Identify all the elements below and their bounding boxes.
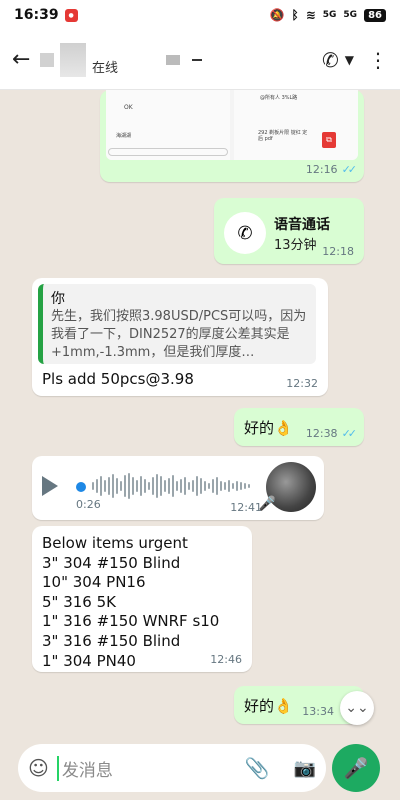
screenshot-input [108,148,228,156]
urgent-line: 1" 316 #150 WNRF s10 [42,612,220,631]
message-meta: 13:34 [302,705,334,718]
urgent-items-list: Below items urgent 3" 304 #150 Blind 10"… [42,534,219,671]
network-label-2: 5G [343,10,358,20]
voice-waveform[interactable] [92,472,262,500]
quoted-message[interactable]: 你 先生，我们按照3.98USD/PCS可以吗，因为我看了一下，DIN2527的… [38,284,316,364]
screenshot-ok-text: OK [124,104,133,111]
message-time: 12:18 [322,245,354,258]
message-input[interactable]: 发消息 [56,755,113,781]
message-composer[interactable]: ☺ 发消息 📎 📷 [18,744,326,792]
shared-screenshot[interactable]: OK 海湖湖 @所有人 3%L路 292 剃板片限 锭红 定后 pdf ⧉ [106,90,358,160]
voice-duration: 0:26 [76,498,101,511]
message-time: 12:38 [305,427,338,440]
message-text: Pls add 50pcs@3.98 [42,370,194,388]
phone-call-icon: ✆ [224,212,266,254]
screenshot-sender: 海湖湖 [116,133,132,139]
call-duration: 13分钟 [274,238,317,253]
message-meta: 12:18 [322,245,354,258]
status-icons: 🔕 ᛒ ≋ 5G 5G 86 [270,8,386,22]
message-meta: 12:38 ✓✓ [305,427,358,440]
screenshot-right-line: @所有人 3%L路 [260,95,298,101]
message-meta: 12:16 ✓✓ [305,163,358,176]
urgent-line: 5" 316 5K [42,592,116,611]
read-ticks-icon: ✓✓ [341,163,358,176]
redacted-dash [192,58,203,61]
message-time: 12:32 [286,377,318,390]
message-meta: 12:41 [230,501,262,514]
quote-author: 你 [51,291,65,307]
pdf-icon: ⧉ [322,132,336,148]
phone-icon[interactable]: ✆ [322,48,339,72]
nav-bar [0,792,400,800]
urgent-line: 3" 304 #150 Blind [42,553,181,572]
urgent-items-message[interactable]: Below items urgent 3" 304 #150 Blind 10"… [32,526,252,672]
quote-text: 先生，我们按照3.98USD/PCS可以吗，因为我看了一下，DIN2527的厚度… [51,309,307,360]
wifi-icon: ≋ [305,8,316,22]
message-time: 12:46 [210,653,242,666]
ok-message-1[interactable]: 好的👌 12:38 ✓✓ [234,408,364,446]
back-arrow-icon[interactable]: ← [12,47,38,72]
camera-icon[interactable]: 📷 [294,758,316,779]
play-icon[interactable] [42,476,58,496]
emoji-icon[interactable]: ☺ [28,756,49,780]
chat-area[interactable]: OK 海湖湖 @所有人 3%L路 292 剃板片限 锭红 定后 pdf ⧉ 12… [0,90,400,740]
battery-level: 86 [364,8,386,22]
message-text: 好的👌 [244,697,293,715]
quoted-reply-message[interactable]: 你 先生，我们按照3.98USD/PCS可以吗，因为我看了一下，DIN2527的… [32,278,328,396]
screenshot-right-panel: @所有人 3%L路 292 剃板片限 锭红 定后 pdf ⧉ [234,90,358,160]
status-time: 16:39 [14,7,59,23]
chevron-double-down-icon[interactable]: ⌄⌄ [340,691,374,725]
chat-header: ← 在线 ✆ ▼ ⋮ [0,30,400,90]
urgent-line: 1" 304 PN40 [42,651,136,670]
voice-call-message[interactable]: ✆ 语音通话 13分钟 12:18 [214,198,364,264]
message-time: 12:16 [305,163,338,176]
call-title: 语音通话 [274,217,330,233]
urgent-line: 10" 304 PN16 [42,573,146,592]
screenshot-attachment-title: 292 剃板片限 锭红 定后 pdf [258,130,308,142]
message-time: 13:34 [302,705,334,718]
read-ticks-icon: ✓✓ [341,427,358,440]
screenshot-message[interactable]: OK 海湖湖 @所有人 3%L路 292 剃板片限 锭红 定后 pdf ⧉ 12… [100,90,364,182]
urgent-line: 3" 316 #150 Blind [42,631,181,650]
screenshot-left-panel: OK 海湖湖 [106,90,230,160]
bluetooth-icon: ᛒ [291,8,299,22]
message-text: 好的👌 [244,419,293,437]
chevron-down-icon[interactable]: ▼ [345,53,354,67]
urgent-line: Below items urgent [42,534,188,552]
contact-name-redacted [40,52,54,67]
voice-progress-handle[interactable] [76,482,86,492]
avatar[interactable] [60,42,86,77]
attach-icon[interactable]: 📎 [245,756,270,780]
more-icon[interactable]: ⋮ [368,48,388,72]
contact-info[interactable]: 在线 [40,42,119,77]
message-time: 12:41 [230,501,262,514]
message-meta: 12:46 [210,653,242,666]
mic-icon[interactable]: 🎤 [332,744,380,792]
online-status: 在线 [92,61,119,76]
redacted-mark [166,54,181,65]
network-label: 5G [322,10,337,20]
status-bar: 16:39 ● 🔕 ᛒ ≋ 5G 5G 86 [0,0,400,30]
mute-icon: 🔕 [269,8,285,22]
message-meta: 12:32 [286,377,318,390]
header-actions: ✆ ▼ ⋮ [322,48,388,72]
voice-message[interactable]: 0:26 🎤 12:41 [32,456,324,520]
app-badge-icon: ● [64,8,78,22]
